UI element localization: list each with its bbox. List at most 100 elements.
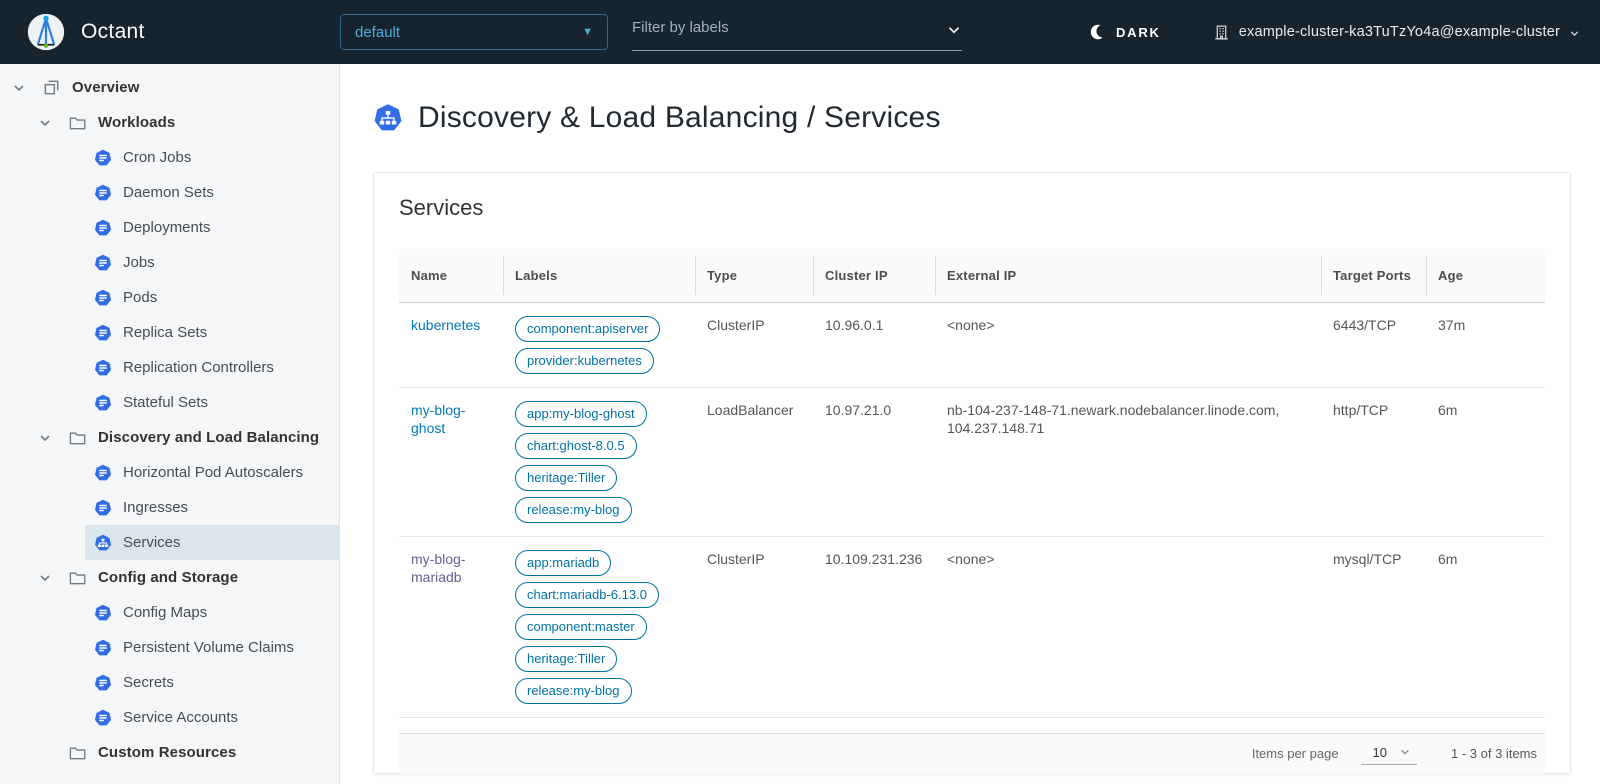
sidebar-item-replication-controllers[interactable]: Replication Controllers — [0, 350, 339, 385]
sidebar-item-deployments[interactable]: Deployments — [0, 210, 339, 245]
sidebar-item-label: Ingresses — [123, 499, 188, 516]
folder-icon — [68, 743, 87, 762]
sidebar-item-persistent-volume-claims[interactable]: Persistent Volume Claims — [0, 630, 339, 665]
chevron-down-icon[interactable] — [38, 116, 52, 130]
service-link[interactable]: kubernetes — [411, 317, 480, 333]
page-header: Discovery & Load Balancing / Services — [373, 100, 1600, 136]
table-row: my-blog-ghost app:my-blog-ghost chart:ghos… — [399, 387, 1545, 536]
chevron-down-icon[interactable] — [38, 431, 52, 445]
persistent-volume-claims-icon — [93, 638, 112, 657]
top-nav-bar: Octant default ▼ DARK example-cl — [0, 0, 1600, 64]
label-pill[interactable]: heritage:Tiller — [515, 465, 617, 491]
cron-jobs-icon — [93, 148, 112, 167]
octant-logo-icon — [26, 12, 66, 52]
items-per-page-value: 10 — [1373, 745, 1387, 760]
cell-cluster-ip: 10.96.0.1 — [813, 302, 935, 387]
sidebar-item-config-and-storage[interactable]: Config and Storage — [0, 560, 339, 595]
cluster-icon — [1213, 24, 1230, 41]
label-pill[interactable]: app:mariadb — [515, 550, 611, 576]
theme-toggle-button[interactable]: DARK — [1083, 22, 1167, 42]
replication-controllers-icon — [93, 358, 112, 377]
stateful-sets-icon — [93, 393, 112, 412]
sidebar-item-label: Overview — [72, 79, 140, 96]
services-card: Services NameLabelsTypeCluster IPExterna… — [373, 172, 1571, 774]
sidebar-item-label: Pods — [123, 289, 157, 306]
sidebar-item-ingresses[interactable]: Ingresses — [0, 490, 339, 525]
cell-age: 6m — [1426, 387, 1545, 536]
brand-title: Octant — [81, 20, 145, 44]
cluster-selector[interactable]: example-cluster-ka3TuTzYo4a@example-clus… — [1213, 24, 1580, 41]
sidebar-item-discovery-and-load-balancing[interactable]: Discovery and Load Balancing — [0, 420, 339, 455]
pods-icon — [93, 288, 112, 307]
sidebar-item-service-accounts[interactable]: Service Accounts — [0, 700, 339, 735]
sidebar-item-config-maps[interactable]: Config Maps — [0, 595, 339, 630]
sidebar-item-daemon-sets[interactable]: Daemon Sets — [0, 175, 339, 210]
sidebar-item-cron-jobs[interactable]: Cron Jobs — [0, 140, 339, 175]
sidebar-item-label: Discovery and Load Balancing — [98, 429, 319, 446]
folder-icon — [68, 428, 87, 447]
label-pill[interactable]: component:apiserver — [515, 316, 660, 342]
page-title: Discovery & Load Balancing / Services — [418, 101, 941, 135]
ingresses-icon — [93, 498, 112, 517]
sidebar-item-replica-sets[interactable]: Replica Sets — [0, 315, 339, 350]
label-pill[interactable]: chart:ghost-8.0.5 — [515, 433, 637, 459]
cell-external-ip: nb-104-237-148-71.newark.nodebalancer.li… — [935, 387, 1321, 536]
column-header-name: Name — [399, 249, 503, 302]
sidebar-item-label: Replica Sets — [123, 324, 207, 341]
cell-name: my-blog-ghost — [399, 387, 503, 536]
cell-type: ClusterIP — [695, 536, 813, 717]
config-maps-icon — [93, 603, 112, 622]
pagination-bar: Items per page 10 1 - 3 of 3 items — [399, 733, 1545, 774]
column-header-cluster-ip: Cluster IP — [813, 249, 935, 302]
table-row: my-blog-mariadb app:mariadb chart:mariadb-… — [399, 536, 1545, 717]
card-title: Services — [399, 195, 1545, 221]
sidebar-item-services[interactable]: Services — [0, 525, 339, 560]
column-header-type: Type — [695, 249, 813, 302]
main-content: Discovery & Load Balancing / Services Se… — [340, 64, 1600, 784]
label-pill[interactable]: app:my-blog-ghost — [515, 401, 647, 427]
label-pill[interactable]: chart:mariadb-6.13.0 — [515, 582, 659, 608]
sidebar-item-custom-resources[interactable]: Custom Resources — [0, 735, 339, 770]
namespace-select[interactable]: default ▼ — [340, 14, 608, 50]
sidebar-item-label: Config Maps — [123, 604, 207, 621]
sidebar-item-label: Jobs — [123, 254, 155, 271]
sidebar-item-label: Services — [123, 534, 181, 551]
folder-icon — [68, 113, 87, 132]
label-pill[interactable]: provider:kubernetes — [515, 348, 654, 374]
sidebar-item-horizontal-pod-autoscalers[interactable]: Horizontal Pod Autoscalers — [0, 455, 339, 490]
replica-sets-icon — [93, 323, 112, 342]
label-pill[interactable]: release:my-blog — [515, 497, 632, 523]
column-header-age: Age — [1426, 249, 1545, 302]
label-pill[interactable]: release:my-blog — [515, 678, 632, 704]
sidebar-item-pods[interactable]: Pods — [0, 280, 339, 315]
cell-target-ports: mysql/TCP — [1321, 536, 1426, 717]
sidebar-item-secrets[interactable]: Secrets — [0, 665, 339, 700]
sidebar-item-label: Cron Jobs — [123, 149, 191, 166]
sidebar-item-label: Replication Controllers — [123, 359, 274, 376]
label-filter-input[interactable] — [632, 19, 946, 36]
sidebar-item-label: Horizontal Pod Autoscalers — [123, 464, 303, 481]
label-pill[interactable]: component:master — [515, 614, 647, 640]
service-heptagon-icon — [373, 103, 403, 133]
deployments-icon — [93, 218, 112, 237]
folder-icon — [68, 568, 87, 587]
brand: Octant — [0, 12, 340, 52]
sidebar-item-stateful-sets[interactable]: Stateful Sets — [0, 385, 339, 420]
table-row: kubernetes component:apiserver provider:ku… — [399, 302, 1545, 387]
service-link[interactable]: my-blog-mariadb — [411, 551, 465, 586]
sidebar-item-label: Daemon Sets — [123, 184, 214, 201]
column-header-labels: Labels — [503, 249, 695, 302]
items-per-page-label: Items per page — [1252, 746, 1339, 761]
theme-toggle-label: DARK — [1116, 25, 1161, 40]
service-link[interactable]: my-blog-ghost — [411, 402, 465, 437]
label-pill[interactable]: heritage:Tiller — [515, 646, 617, 672]
namespace-value: default — [355, 24, 400, 41]
sidebar-item-overview[interactable]: Overview — [0, 70, 339, 105]
chevron-down-icon[interactable] — [38, 571, 52, 585]
sidebar-item-jobs[interactable]: Jobs — [0, 245, 339, 280]
cell-external-ip: <none> — [935, 536, 1321, 717]
items-per-page-select[interactable]: 10 — [1361, 743, 1417, 765]
filter-chevron-down-icon[interactable] — [946, 22, 962, 38]
chevron-down-icon[interactable] — [12, 81, 26, 95]
sidebar-item-workloads[interactable]: Workloads — [0, 105, 339, 140]
